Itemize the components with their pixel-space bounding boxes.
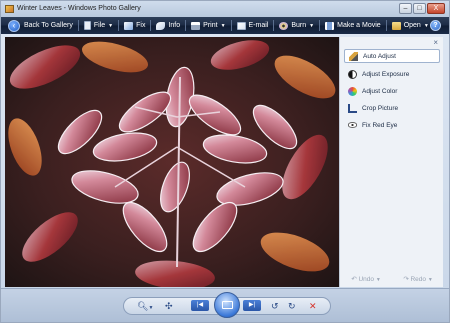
adjust-exposure-label: Adjust Exposure <box>362 70 410 78</box>
printer-icon <box>191 21 201 30</box>
minimize-button[interactable]: – <box>399 3 412 14</box>
separator <box>77 20 79 31</box>
previous-icon[interactable]: |◀ <box>191 300 209 311</box>
disc-icon <box>279 21 289 30</box>
info-label: Info <box>168 22 181 29</box>
rotate-right-icon[interactable]: ↻ <box>288 299 296 313</box>
undo-redo-bar: ↶ Undo ▼ ↷ Redo ▼ <box>340 275 444 283</box>
redo-icon: ↷ <box>403 276 409 283</box>
open-label: Open <box>403 22 421 29</box>
email-button[interactable]: E-mail <box>233 17 273 34</box>
make-a-movie-button[interactable]: Make a Movie <box>321 17 385 34</box>
back-arrow-icon: ‹ <box>8 19 20 32</box>
crop-picture-button[interactable]: Crop Picture <box>344 101 440 115</box>
auto-adjust-label: Auto Adjust <box>363 52 396 60</box>
winter-leaves-photo <box>5 37 339 287</box>
email-icon <box>236 21 246 30</box>
adjust-exposure-button[interactable]: Adjust Exposure <box>344 67 440 81</box>
separator <box>319 20 321 31</box>
redo-label: Redo <box>410 276 427 283</box>
window-controls: – □ X <box>399 3 445 14</box>
eye-icon <box>348 122 357 128</box>
folder-icon <box>391 21 401 30</box>
file-menu-button[interactable]: File ▼ <box>80 17 117 34</box>
next-icon[interactable]: ▶| <box>243 300 261 311</box>
auto-adjust-button[interactable]: Auto Adjust <box>344 49 440 63</box>
undo-label: Undo <box>358 276 375 283</box>
title-bar[interactable]: Winter Leaves - Windows Photo Gallery – … <box>1 1 449 17</box>
fix-red-eye-label: Fix Red Eye <box>362 121 398 129</box>
exposure-icon <box>348 69 357 79</box>
movie-icon <box>325 21 335 30</box>
wand-icon <box>349 51 358 61</box>
separator <box>150 20 152 31</box>
chevron-down-icon: ▼ <box>427 277 433 283</box>
separator <box>118 20 120 31</box>
burn-menu-button[interactable]: Burn ▼ <box>275 17 318 34</box>
rotate-left-icon[interactable]: ↺ <box>271 299 279 313</box>
info-icon <box>156 21 166 30</box>
magnifier-icon[interactable]: 🔍︎▼ <box>137 299 153 313</box>
slideshow-screen-icon <box>222 301 233 309</box>
chevron-down-icon: ▼ <box>309 22 315 29</box>
separator <box>273 20 275 31</box>
separator <box>385 20 387 31</box>
crop-picture-label: Crop Picture <box>362 104 399 112</box>
crop-icon <box>348 103 357 113</box>
print-label: Print <box>203 22 218 29</box>
burn-label: Burn <box>291 22 307 29</box>
make-a-movie-label: Make a Movie <box>337 22 381 29</box>
fix-panel: × Auto Adjust Adjust Exposure Adjust Col… <box>339 37 443 287</box>
undo-icon: ↶ <box>351 276 357 283</box>
slideshow-icon[interactable] <box>214 292 240 318</box>
fix-icon <box>124 21 134 30</box>
delete-icon[interactable]: ✕ <box>309 299 317 313</box>
back-to-gallery-button[interactable]: ‹ Back To Gallery <box>4 17 77 34</box>
separator <box>185 20 187 31</box>
close-button[interactable]: X <box>427 3 445 14</box>
fix-label: Fix <box>136 22 146 29</box>
file-icon <box>83 21 91 30</box>
bottom-toolbar: 🔍︎▼ ✣ |◀ ▶| ↺ ↻ ✕ <box>1 288 449 322</box>
chevron-down-icon: ▼ <box>108 22 114 29</box>
fix-button[interactable]: Fix <box>120 17 149 34</box>
photo-gallery-app-icon <box>5 5 14 13</box>
help-button[interactable]: ? <box>430 20 441 31</box>
back-to-gallery-label: Back To Gallery <box>24 22 73 29</box>
photo-viewer[interactable] <box>5 37 339 287</box>
info-button[interactable]: Info <box>152 17 184 34</box>
separator <box>230 20 232 31</box>
photo-gallery-window: Winter Leaves - Windows Photo Gallery – … <box>0 0 450 323</box>
adjust-color-button[interactable]: Adjust Color <box>344 84 440 98</box>
chevron-down-icon: ▼ <box>220 22 226 29</box>
actual-size-icon[interactable]: ✣ <box>165 299 173 313</box>
chevron-down-icon: ▼ <box>375 277 381 283</box>
window-title: Winter Leaves - Windows Photo Gallery <box>17 5 141 12</box>
file-label: File <box>93 22 106 29</box>
fix-red-eye-button[interactable]: Fix Red Eye <box>344 118 440 132</box>
email-label: E-mail <box>248 22 269 29</box>
command-bar: ‹ Back To Gallery File ▼ Fix Info Print … <box>1 17 449 34</box>
undo-button[interactable]: ↶ Undo ▼ <box>351 275 381 283</box>
open-menu-button[interactable]: Open ▼ <box>388 17 433 34</box>
close-panel-icon[interactable]: × <box>433 38 438 47</box>
color-icon <box>348 86 357 96</box>
maximize-button[interactable]: □ <box>413 3 426 14</box>
adjust-color-label: Adjust Color <box>362 87 398 95</box>
print-menu-button[interactable]: Print ▼ <box>187 17 229 34</box>
chevron-down-icon: ▼ <box>423 22 429 29</box>
redo-button[interactable]: ↷ Redo ▼ <box>403 275 433 283</box>
